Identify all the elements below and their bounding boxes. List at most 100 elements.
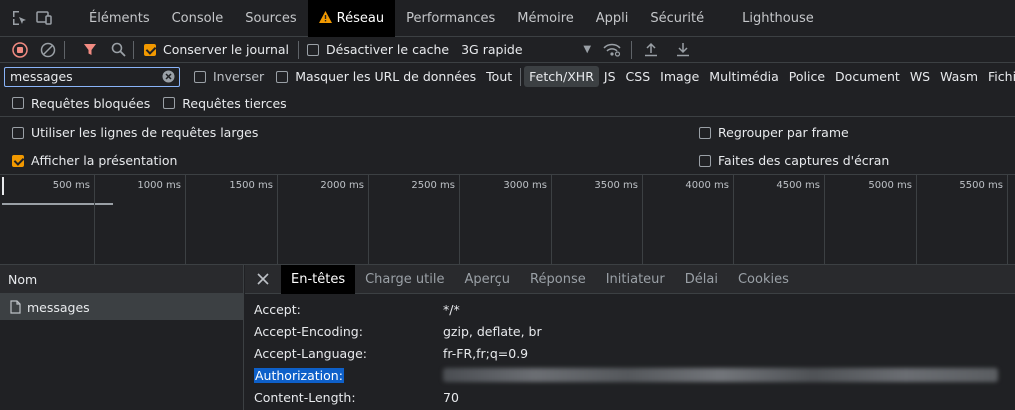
header-name-text: Authorization: bbox=[254, 367, 344, 383]
preserve-log-checkbox[interactable]: Conserver le journal bbox=[144, 42, 289, 57]
large-rows-check-box[interactable] bbox=[12, 126, 24, 139]
filter-type-7[interactable]: Document bbox=[830, 66, 905, 87]
overview-check-box[interactable] bbox=[12, 154, 24, 167]
overview-setting[interactable]: Afficher la présentation bbox=[12, 153, 177, 168]
hide-data-urls-checkbox[interactable]: Masquer les URL de données bbox=[276, 69, 476, 84]
disable-cache-checkbox[interactable]: Désactiver le cache bbox=[307, 42, 449, 57]
details-tab-6[interactable]: Cookies bbox=[728, 265, 799, 294]
timeline-tick-label: 5000 ms bbox=[868, 180, 912, 191]
timeline-tick-label: 4000 ms bbox=[685, 180, 729, 191]
details-tab-4[interactable]: Initiateur bbox=[596, 265, 675, 294]
third-party-checkbox[interactable]: Requêtes tierces bbox=[163, 96, 287, 111]
large-rows-setting[interactable]: Utiliser les lignes de requêtes larges bbox=[12, 125, 258, 140]
record-stop-icon[interactable] bbox=[10, 41, 30, 58]
timeline-gridline bbox=[94, 175, 95, 265]
filter-type-3[interactable]: CSS bbox=[621, 66, 656, 87]
document-icon bbox=[10, 300, 21, 314]
timeline-overview[interactable]: 500 ms 1000 ms 1500 ms 2000 ms 2500 ms 3000 m… bbox=[0, 175, 1015, 265]
details-tab-3[interactable]: Réponse bbox=[520, 265, 596, 294]
header-name-text: Content-Length: bbox=[254, 389, 356, 405]
group-by-frame-label: Regrouper par frame bbox=[718, 125, 849, 140]
header-name-text: Accept-Language: bbox=[254, 345, 368, 361]
details-tab-5[interactable]: Délai bbox=[675, 265, 728, 294]
timeline-gridline bbox=[733, 175, 734, 265]
hide-data-urls-check-box[interactable] bbox=[276, 70, 289, 83]
tab-1[interactable]: Éléments bbox=[78, 0, 161, 37]
details-tab-0[interactable]: En-têtes bbox=[281, 264, 356, 294]
filter-type-1[interactable]: Fetch/XHR bbox=[524, 66, 599, 87]
filter-type-0[interactable]: Tout bbox=[481, 66, 517, 87]
filter-input[interactable] bbox=[10, 69, 160, 84]
filter-type-5[interactable]: Multimédia bbox=[704, 66, 784, 87]
blocked-requests-checkbox[interactable]: Requêtes bloquées bbox=[12, 96, 150, 111]
details-tab-1[interactable]: Charge utile bbox=[355, 265, 454, 294]
group-by-frame-setting[interactable]: Regrouper par frame bbox=[699, 125, 849, 140]
filter-type-9[interactable]: Wasm bbox=[935, 66, 983, 87]
details-tab-bar: En-têtes Charge utile Aperçu Réponse Initiat… bbox=[245, 264, 1015, 294]
blocked-requests-check-box[interactable] bbox=[12, 97, 24, 109]
third-party-check-box[interactable] bbox=[163, 97, 176, 109]
screenshots-setting[interactable]: Faites des captures d'écran bbox=[699, 153, 889, 168]
screenshots-label: Faites des captures d'écran bbox=[718, 153, 890, 168]
network-toolbar: Conserver le journal Désactiver le cache… bbox=[0, 37, 1015, 63]
timeline-tick-label: 2500 ms bbox=[411, 180, 455, 191]
tab-6[interactable]: Mémoire bbox=[506, 0, 585, 37]
tab-4[interactable]: Réseau bbox=[307, 0, 396, 37]
header-value: 70 bbox=[443, 389, 459, 405]
timeline-tick-label: 5500 ms bbox=[959, 180, 1003, 191]
filter-icon[interactable] bbox=[79, 43, 101, 57]
timeline-gridline bbox=[551, 175, 552, 265]
header-name: Authorization: bbox=[254, 367, 443, 383]
filter-type-4[interactable]: Image bbox=[655, 66, 704, 87]
filter-type-8[interactable]: WS bbox=[905, 66, 935, 87]
tab-9[interactable]: Lighthouse bbox=[731, 0, 825, 37]
network-conditions-icon[interactable] bbox=[601, 43, 623, 57]
clear-filter-icon[interactable] bbox=[160, 70, 176, 83]
timeline-gridline bbox=[642, 175, 643, 265]
disable-cache-check-box[interactable] bbox=[307, 43, 319, 56]
header-name: Content-Length: bbox=[254, 390, 443, 405]
tab-label: Mémoire bbox=[517, 10, 574, 26]
request-row[interactable]: messages bbox=[0, 294, 243, 320]
invert-checkbox[interactable]: Inverser bbox=[194, 69, 264, 84]
timeline-gridline bbox=[368, 175, 369, 265]
timeline-tick-label: 1000 ms bbox=[137, 180, 181, 191]
timeline-gridline bbox=[277, 175, 278, 265]
close-icon[interactable] bbox=[245, 265, 281, 294]
filter-bar: Inverser Masquer les URL de données Tout… bbox=[0, 63, 1015, 90]
details-tab-2[interactable]: Aperçu bbox=[454, 265, 520, 294]
name-column-header: Nom bbox=[8, 271, 38, 287]
header-name: Accept-Encoding: bbox=[254, 324, 443, 339]
preserve-log-check-box[interactable] bbox=[144, 43, 156, 56]
import-har-icon[interactable] bbox=[640, 42, 662, 57]
inspect-element-icon[interactable] bbox=[8, 0, 32, 37]
clear-icon[interactable] bbox=[38, 42, 58, 58]
requests-and-details: Nom messages En-têtes Charge utile Aperçu R… bbox=[0, 264, 1015, 410]
request-details: En-têtes Charge utile Aperçu Réponse Initiat… bbox=[245, 264, 1015, 410]
filter-type-2[interactable]: JS bbox=[599, 66, 621, 87]
device-toolbar-icon[interactable] bbox=[32, 0, 56, 37]
invert-check-box[interactable] bbox=[194, 70, 206, 83]
header-name: Accept-Language: bbox=[254, 346, 443, 361]
throttling-select[interactable]: 3G rapide ▼ bbox=[461, 42, 591, 57]
devtools-tab-bar: Éléments Console Sources Réseau Performances… bbox=[0, 0, 1015, 37]
throttling-value: 3G rapide bbox=[461, 42, 523, 57]
search-icon[interactable] bbox=[107, 42, 129, 57]
tab-7[interactable]: Appli bbox=[585, 0, 640, 37]
screenshots-check-box[interactable] bbox=[699, 154, 711, 167]
export-har-icon[interactable] bbox=[672, 42, 694, 57]
filter-type-6[interactable]: Police bbox=[784, 66, 830, 87]
tab-3[interactable]: Sources bbox=[234, 0, 307, 37]
timeline-left-handle[interactable] bbox=[2, 177, 4, 195]
tab-label: Performances bbox=[406, 10, 496, 26]
tab-5[interactable]: Performances bbox=[395, 0, 506, 37]
header-row: Accept-Language: fr-FR,fr;q=0.9 bbox=[254, 342, 1014, 364]
tab-label: Réseau bbox=[336, 10, 385, 26]
filter-type-10[interactable]: Fichier bbox=[983, 66, 1015, 87]
tab-8[interactable]: Sécurité bbox=[639, 0, 715, 37]
timeline-gridline bbox=[824, 175, 825, 265]
timeline-tick-label: 3000 ms bbox=[503, 180, 547, 191]
tab-2[interactable]: Console bbox=[161, 0, 235, 37]
group-by-frame-check-box[interactable] bbox=[699, 126, 711, 139]
request-list-header[interactable]: Nom bbox=[0, 265, 243, 294]
